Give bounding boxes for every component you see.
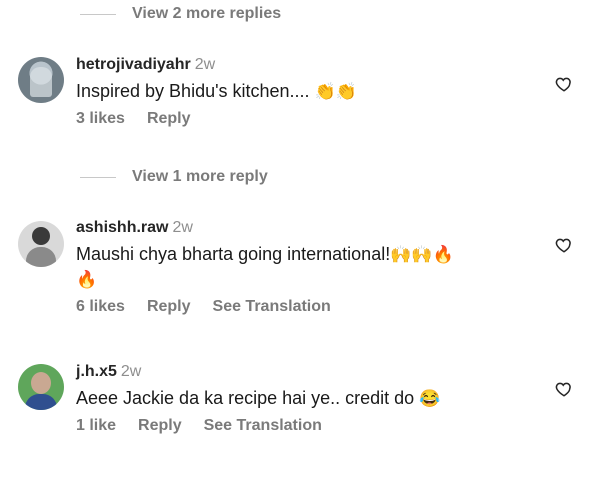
avatar[interactable]: [18, 57, 64, 103]
username[interactable]: ashishh.raw: [76, 219, 168, 236]
comment-body: ashishh.raw 2w Maushi chya bharta going i…: [76, 218, 454, 316]
view-more-replies-label[interactable]: View 1 more reply: [132, 168, 268, 186]
username[interactable]: hetrojivadiyahr: [76, 56, 191, 73]
avatar[interactable]: [18, 364, 64, 410]
comment-text: Aeee Jackie da ka recipe hai ye.. credit…: [76, 386, 440, 411]
likes-count[interactable]: 6 likes: [76, 298, 125, 316]
comment-body: j.h.x5 2w Aeee Jackie da ka recipe hai ye…: [76, 362, 440, 435]
clapping-hands-emoji: 👏👏: [314, 82, 357, 101]
comment-text: Maushi chya bharta going international!🙌…: [76, 242, 454, 292]
comment-body: hetrojivadiyahr 2w Inspired by Bhidu's ki…: [76, 55, 357, 128]
comment-header: hetrojivadiyahr 2w: [76, 55, 357, 75]
avatar[interactable]: [18, 221, 64, 267]
reply-button[interactable]: Reply: [147, 110, 191, 128]
comment-actions: 6 likes Reply See Translation: [76, 298, 454, 316]
heart-icon[interactable]: [555, 380, 573, 398]
comment-text-content: Aeee Jackie da ka recipe hai ye.. credit…: [76, 388, 415, 408]
comment-actions: 1 like Reply See Translation: [76, 417, 440, 435]
comment-text-content: Inspired by Bhidu's kitchen....: [76, 81, 310, 101]
likes-count[interactable]: 1 like: [76, 417, 116, 435]
comment-header: ashishh.raw 2w: [76, 218, 454, 238]
username[interactable]: j.h.x5: [76, 363, 117, 380]
comment-text: Inspired by Bhidu's kitchen.... 👏👏: [76, 79, 357, 104]
comment-header: j.h.x5 2w: [76, 362, 440, 382]
heart-icon[interactable]: [555, 236, 573, 254]
comment-text-content: Maushi chya bharta going international!: [76, 244, 391, 264]
see-translation-button[interactable]: See Translation: [204, 417, 322, 435]
reply-button[interactable]: Reply: [138, 417, 182, 435]
reply-button[interactable]: Reply: [147, 298, 191, 316]
likes-count[interactable]: 3 likes: [76, 110, 125, 128]
divider-line: [80, 13, 116, 15]
comment-actions: 3 likes Reply: [76, 110, 357, 128]
see-translation-button[interactable]: See Translation: [213, 298, 331, 316]
view-more-replies-2[interactable]: View 1 more reply: [80, 168, 268, 186]
view-more-replies-label[interactable]: View 2 more replies: [132, 5, 281, 23]
raised-hands-fire-emoji: 🙌🙌🔥: [390, 245, 454, 264]
timestamp: 2w: [120, 363, 142, 380]
timestamp: 2w: [194, 56, 216, 73]
heart-icon[interactable]: [555, 75, 573, 93]
laughing-emoji: 😂: [419, 389, 441, 408]
divider-line: [80, 176, 116, 178]
view-more-replies-1[interactable]: View 2 more replies: [80, 5, 281, 23]
timestamp: 2w: [172, 219, 193, 236]
fire-emoji: 🔥: [76, 270, 98, 289]
